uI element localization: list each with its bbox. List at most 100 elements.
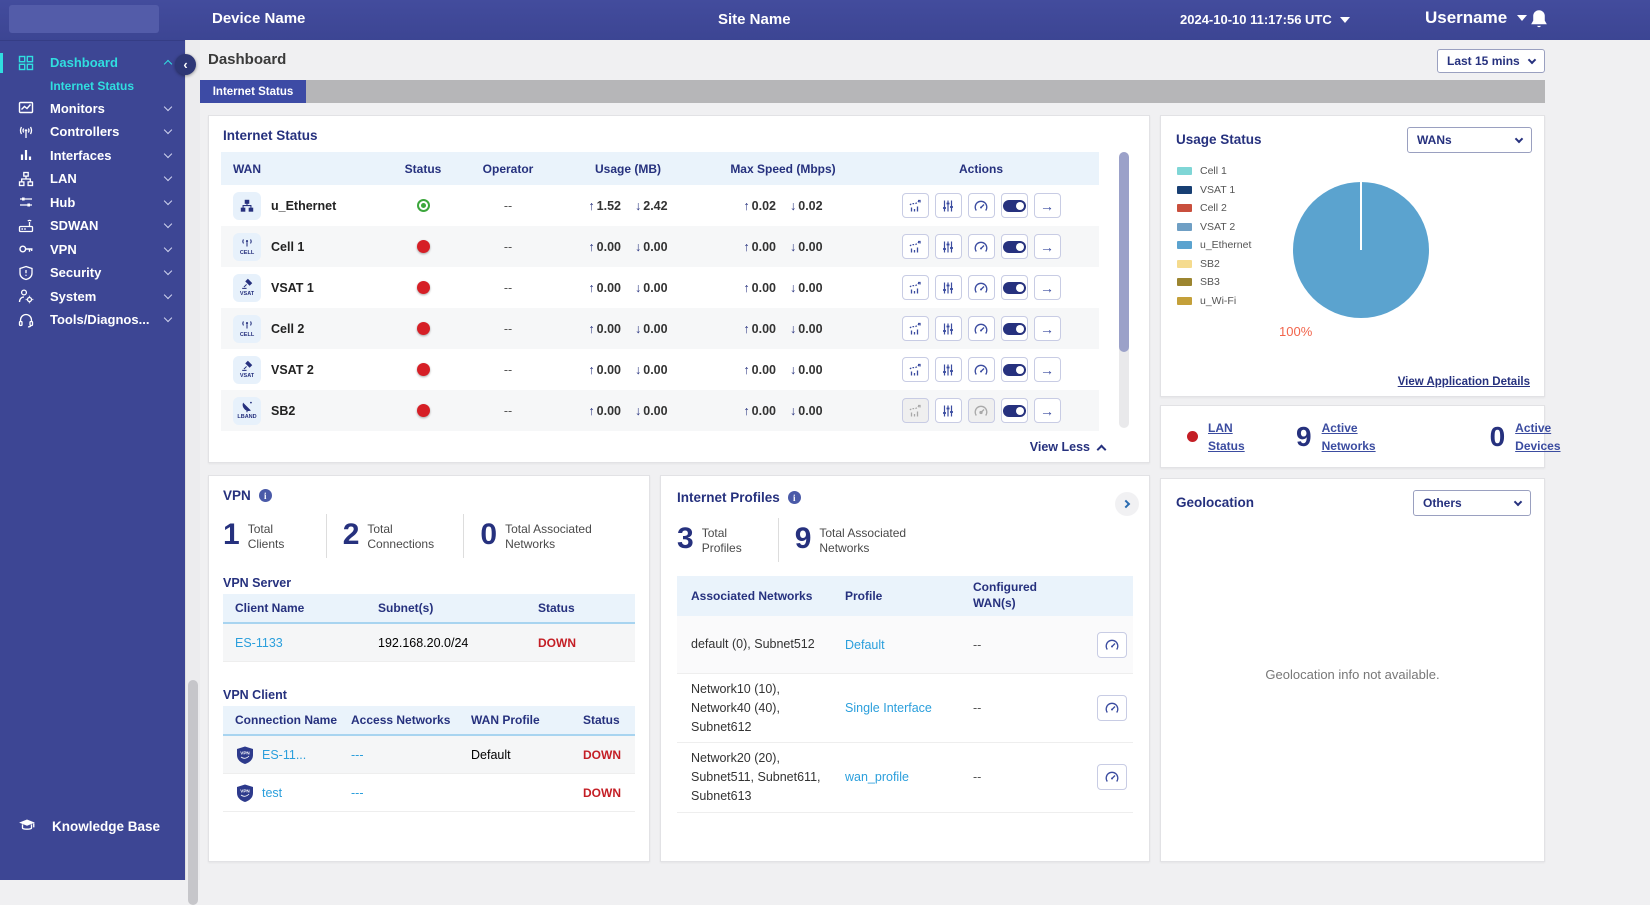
sidebar-item-system[interactable]: System [0, 285, 185, 309]
profile-link[interactable]: Default [845, 638, 885, 652]
sidebar-collapse-button[interactable]: ‹ [175, 54, 196, 75]
configure-sliders-button[interactable] [934, 357, 962, 382]
table-scrollbar[interactable] [1119, 152, 1129, 428]
speed-test-gauge-button[interactable] [967, 316, 995, 341]
speed-test-gauge-button[interactable] [1097, 631, 1127, 658]
active-networks-link[interactable]: Active Networks [1322, 419, 1390, 455]
view-application-details-link[interactable]: View Application Details [1398, 376, 1530, 388]
configure-sliders-button[interactable] [934, 193, 962, 218]
sidebar-item-vpn[interactable]: VPN [0, 238, 185, 262]
active-networks-item: 9 Active Networks [1296, 419, 1390, 455]
enable-toggle-button[interactable] [1000, 275, 1028, 300]
status-badge: DOWN [583, 747, 621, 762]
configure-sliders-button[interactable] [934, 234, 962, 259]
details-arrow-button[interactable]: → [1033, 193, 1061, 218]
view-less-link[interactable]: View Less [1030, 440, 1107, 454]
vpn-client-connection-link[interactable]: ES-11... [262, 748, 306, 762]
active-devices-link[interactable]: Active Devices [1515, 419, 1575, 455]
legend-item: Cell 1 [1177, 162, 1251, 181]
active-networks-count: 9 [1296, 420, 1312, 452]
profile-link[interactable]: Single Interface [845, 701, 932, 715]
notifications-bell-icon[interactable] [1528, 8, 1550, 30]
sidebar-item-controllers[interactable]: Controllers [0, 120, 185, 144]
usage-chart-button[interactable] [901, 357, 929, 382]
table-scrollbar-thumb[interactable] [1119, 152, 1129, 352]
sidebar-item-interfaces[interactable]: Interfaces [0, 144, 185, 168]
speed-test-gauge-button[interactable] [1097, 764, 1127, 791]
subnets-value: 192.168.20.0/24 [378, 635, 469, 650]
enable-toggle-button[interactable] [1000, 357, 1028, 382]
vsat-wan-icon: VSAT [233, 355, 261, 384]
internet-status-table: WAN Status Operator Usage (MB) Max Speed… [221, 152, 1099, 431]
details-arrow-button[interactable]: → [1033, 316, 1061, 341]
usage-chart-button[interactable] [901, 275, 929, 300]
configured-wans-value: -- [973, 701, 982, 716]
chevron-down-icon [163, 173, 173, 182]
page-scrollbar[interactable] [185, 40, 200, 905]
table-row: ES-1133 192.168.20.0/24 DOWN [223, 624, 635, 662]
time-filter-select[interactable]: Last 15 mins [1437, 49, 1545, 73]
table-header-row: Client Name Subnet(s) Status [223, 594, 635, 624]
sidebar-item-hub[interactable]: Hub [0, 191, 185, 215]
vpn-client-connection-link[interactable]: test [262, 786, 282, 800]
speed-test-gauge-button[interactable] [967, 357, 995, 382]
usage-chart-button [901, 398, 929, 423]
usage-chart-button[interactable] [901, 316, 929, 341]
details-arrow-button[interactable]: → [1033, 275, 1061, 300]
legend-item: VSAT 1 [1177, 181, 1251, 200]
page-scrollbar-thumb[interactable] [188, 680, 198, 905]
details-arrow-button[interactable]: → [1033, 357, 1061, 382]
stat-total-clients: 1 Total Clients [223, 518, 285, 552]
enable-toggle-button[interactable] [1000, 193, 1028, 218]
usage-filter-select[interactable]: WANs [1407, 127, 1532, 153]
configure-sliders-button[interactable] [934, 316, 962, 341]
vsat-wan-icon: VSAT [233, 273, 261, 302]
speed-test-gauge-button [967, 398, 995, 423]
operator-value: -- [503, 198, 513, 213]
speed-test-gauge-button[interactable] [1097, 695, 1127, 722]
sidebar-item-tools-diagnostics[interactable]: Tools/Diagnos... [0, 308, 185, 332]
details-arrow-button[interactable]: → [1033, 398, 1061, 423]
enable-toggle-button[interactable] [1000, 234, 1028, 259]
details-arrow-button[interactable]: → [1033, 234, 1061, 259]
enable-toggle-button[interactable] [1000, 316, 1028, 341]
vpn-key-icon [18, 241, 34, 257]
usage-chart-button[interactable] [901, 193, 929, 218]
table-row: Network10 (10), Network40 (40), Subnet61… [677, 674, 1133, 744]
tab-internet-status[interactable]: Internet Status [200, 80, 306, 103]
profile-link[interactable]: wan_profile [845, 770, 909, 784]
speed-test-gauge-button[interactable] [967, 275, 995, 300]
enable-toggle-button[interactable] [1000, 398, 1028, 423]
lband-wan-icon: LBAND [233, 396, 261, 425]
sidebar-item-lan[interactable]: LAN [0, 167, 185, 191]
configure-sliders-button[interactable] [934, 275, 962, 300]
sidebar-item-sdwan[interactable]: SDWAN [0, 214, 185, 238]
geolocation-filter-select[interactable]: Others [1413, 490, 1531, 516]
chevron-down-icon [163, 102, 173, 111]
chevron-down-icon [163, 220, 173, 229]
lan-status-indicator [1187, 431, 1198, 442]
knowledge-base-label: Knowledge Base [52, 818, 161, 834]
user-menu[interactable]: Username [1425, 8, 1528, 28]
speed-test-gauge-button[interactable] [967, 234, 995, 259]
sidebar-item-monitors[interactable]: Monitors [0, 97, 185, 121]
chevron-down-icon [163, 149, 173, 158]
info-icon[interactable]: i [258, 489, 272, 502]
usage-chart-button[interactable] [901, 234, 929, 259]
internet-status-title: Internet Status [223, 128, 318, 143]
panel-next-button[interactable] [1115, 492, 1139, 516]
datetime-dropdown[interactable]: 2024-10-10 11:17:56 UTC [1180, 12, 1350, 27]
pie-percent-label: 100% [1279, 324, 1313, 339]
main-content: Dashboard Last 15 mins Internet Status I… [200, 40, 1650, 880]
lan-status-link[interactable]: LAN Status [1208, 419, 1260, 455]
knowledge-base-link[interactable]: Knowledge Base [0, 817, 185, 835]
speed-test-gauge-button[interactable] [967, 193, 995, 218]
info-icon[interactable]: i [787, 491, 801, 504]
vpn-server-client-link[interactable]: ES-1133 [235, 636, 283, 650]
usage-pie-chart[interactable] [1293, 182, 1429, 318]
sidebar-item-security[interactable]: Security [0, 261, 185, 285]
sidebar-item-internet-status[interactable]: Internet Status [0, 75, 185, 97]
configure-sliders-button[interactable] [934, 398, 962, 423]
geolocation-panel: Geolocation Others Geolocation info not … [1160, 478, 1545, 862]
sidebar-item-dashboard[interactable]: Dashboard [0, 51, 185, 75]
